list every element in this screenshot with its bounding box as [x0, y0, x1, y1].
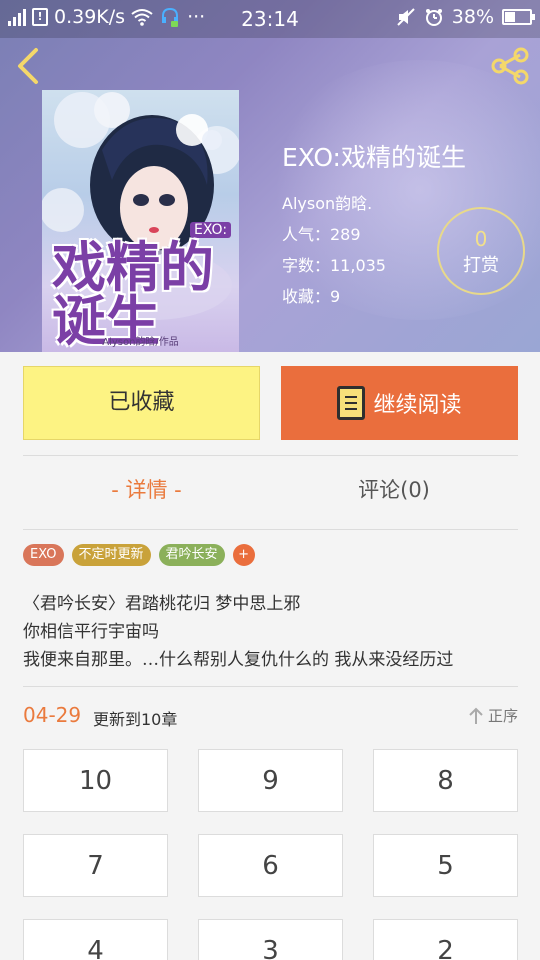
back-button[interactable]	[12, 46, 48, 86]
tag-item[interactable]: 不定时更新	[71, 544, 151, 566]
chapter-button[interactable]: 4	[23, 919, 168, 960]
share-button[interactable]	[490, 46, 530, 86]
tag-item[interactable]: 君吟长安	[158, 544, 225, 566]
book-cover[interactable]: EXO: 戏精的诞生 Alyson韵晗/作品	[42, 90, 239, 352]
sort-label: 正序	[487, 707, 518, 725]
synopsis-line: 〈君吟长安〉君踏桃花归 梦中思上邪	[23, 594, 301, 614]
mute-icon	[397, 8, 415, 26]
chapter-button[interactable]: 3	[198, 919, 343, 960]
tip-button[interactable]: 0 打赏	[437, 207, 525, 295]
battery-level: 38%	[451, 6, 494, 28]
book-author[interactable]: Alyson韵晗.	[282, 190, 466, 221]
update-text: 更新到10章	[93, 710, 178, 729]
cover-credit: Alyson韵晗/作品	[102, 337, 179, 348]
book-info: EXO:戏精的诞生 Alyson韵晗. 人气：289 字数：11,035 收藏：…	[282, 138, 466, 314]
continue-reading-label: 继续阅读	[373, 393, 462, 418]
chapter-grid: 10 9 8 7 6 5 4 3 2	[23, 749, 518, 960]
divider	[23, 529, 518, 530]
update-date: 04-29	[23, 703, 82, 727]
status-bar: ! 0.39K/s ··· 23:14 38%	[0, 0, 540, 38]
tab-detail[interactable]: - 详情 -	[23, 474, 270, 504]
book-favorites: 收藏：9	[282, 287, 341, 306]
chapter-button[interactable]: 10	[23, 749, 168, 812]
synopsis-line: 我便来自那里。…什么帮别人复仇什么的 我从来没经历过	[23, 650, 454, 670]
tag-list: EXO 不定时更新 君吟长安 +	[23, 544, 255, 566]
alarm-icon	[425, 9, 442, 26]
book-title: EXO:戏精的诞生	[282, 143, 466, 172]
tip-count: 0	[474, 227, 488, 251]
tip-label: 打赏	[463, 255, 499, 276]
tag-item[interactable]: EXO	[23, 544, 64, 566]
synopsis[interactable]: 〈君吟长安〉君踏桃花归 梦中思上邪 你相信平行宇宙吗 我便来自那里。…什么帮别人…	[23, 590, 520, 674]
expand-tags-button[interactable]: +	[232, 544, 255, 566]
chapter-button[interactable]: 2	[373, 919, 518, 960]
chapter-button[interactable]: 6	[198, 834, 343, 897]
chapter-button[interactable]: 9	[198, 749, 343, 812]
divider	[23, 455, 518, 456]
chapter-button[interactable]: 5	[373, 834, 518, 897]
tab-comments[interactable]: 评论(0)	[270, 474, 518, 504]
divider	[23, 686, 518, 687]
arrow-up-icon	[469, 707, 483, 724]
status-right: 38%	[396, 6, 535, 28]
chapter-button[interactable]: 7	[23, 834, 168, 897]
book-icon	[337, 386, 366, 420]
cover-title: 戏精的诞生	[52, 235, 214, 352]
continue-reading-button[interactable]: 继续阅读	[281, 366, 518, 440]
favorited-button[interactable]: 已收藏	[23, 366, 260, 440]
synopsis-line: 你相信平行宇宙吗	[23, 622, 159, 642]
sort-toggle[interactable]: 正序	[468, 705, 518, 726]
battery-icon	[502, 9, 535, 25]
chapter-button[interactable]: 8	[373, 749, 518, 812]
